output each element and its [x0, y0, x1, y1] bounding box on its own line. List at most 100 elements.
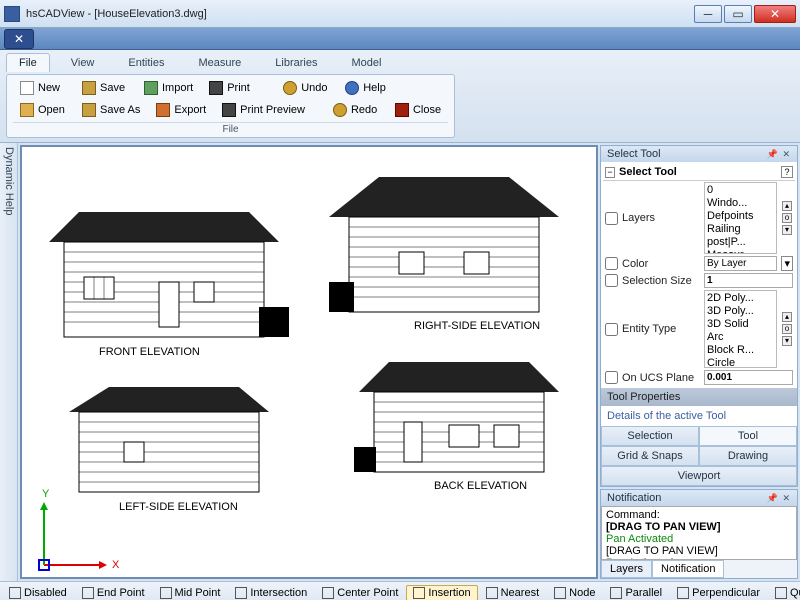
saveas-label: Save As [100, 104, 140, 116]
osnap-nearest[interactable]: Nearest [479, 585, 547, 600]
export-label: Export [174, 104, 206, 116]
new-icon [20, 81, 34, 95]
print-button[interactable]: Print [202, 78, 262, 98]
saveas-button[interactable]: Save As [75, 100, 147, 120]
scroll-mid-icon[interactable]: o [782, 213, 792, 223]
onucs-checkbox[interactable] [605, 371, 618, 384]
tab-notification[interactable]: Notification [652, 560, 724, 578]
app-menu-button[interactable]: ✕ [4, 29, 34, 49]
undo-label: Undo [301, 82, 327, 94]
ribbon-tab-entities[interactable]: Entities [115, 53, 177, 72]
tool-properties-header[interactable]: Tool Properties [601, 388, 797, 406]
tool-properties-desc: Details of the active Tool [601, 406, 797, 426]
window-titlebar: hsCADView - [HouseElevation3.dwg] ─ ▭ ✕ [0, 0, 800, 28]
maximize-button[interactable]: ▭ [724, 5, 752, 23]
ribbon-tab-measure[interactable]: Measure [185, 53, 254, 72]
osnap-perpendicular[interactable]: Perpendicular [670, 585, 767, 600]
select-tool-panel: Select Tool 📌 ✕ − Select Tool ? Layers 0W… [600, 145, 798, 487]
help-icon [345, 81, 359, 95]
app-icon [4, 6, 20, 22]
drawing-canvas[interactable]: FRONT ELEVATION RIGHT-SIDE ELEVATION LEF… [20, 145, 598, 579]
osnap-endpoint[interactable]: End Point [75, 585, 152, 600]
layers-checkbox[interactable] [605, 212, 618, 225]
close-button[interactable]: ✕ [754, 5, 796, 23]
close-file-button[interactable]: Close [388, 100, 448, 120]
dynamic-help-tab[interactable]: Dynamic Help [0, 143, 18, 581]
ribbon-tab-model[interactable]: Model [338, 53, 394, 72]
ribbon: File View Entities Measure Libraries Mod… [0, 50, 800, 143]
entity-scroll-down-icon[interactable]: ▾ [782, 336, 792, 346]
new-button[interactable]: New [13, 78, 73, 98]
notification-header[interactable]: Notification📌 ✕ [601, 490, 797, 506]
ribbon-tab-view[interactable]: View [58, 53, 108, 72]
open-label: Open [38, 104, 65, 116]
osnap-quadrant[interactable]: Quadrant [768, 585, 800, 600]
help-icon[interactable]: ? [781, 166, 793, 178]
disabled-icon [9, 587, 21, 599]
tab-layers[interactable]: Layers [601, 560, 652, 578]
selsize-checkbox[interactable] [605, 274, 618, 287]
save-button[interactable]: Save [75, 78, 135, 98]
redo-label: Redo [351, 104, 377, 116]
osnap-centerpoint[interactable]: Center Point [315, 585, 405, 600]
svg-text:LEFT-SIDE ELEVATION: LEFT-SIDE ELEVATION [119, 501, 238, 513]
centerpoint-icon [322, 587, 334, 599]
import-icon [144, 81, 158, 95]
entity-list[interactable]: 2D Poly...3D Poly...3D SolidArcBlock R..… [704, 290, 777, 368]
select-tool-header[interactable]: Select Tool 📌 ✕ [601, 146, 797, 162]
select-tool-title: Select Tool [607, 148, 661, 160]
entity-checkbox[interactable] [605, 323, 618, 336]
tab-drawing[interactable]: Drawing [699, 446, 797, 466]
osnap-parallel[interactable]: Parallel [603, 585, 669, 600]
ribbon-tab-libraries[interactable]: Libraries [262, 53, 330, 72]
pin-close-icon[interactable]: 📌 ✕ [767, 149, 791, 160]
color-dropdown-icon[interactable]: ▾ [781, 256, 793, 271]
scroll-up-icon[interactable]: ▴ [782, 201, 792, 211]
entity-scroll-up-icon[interactable]: ▴ [782, 312, 792, 322]
close-file-icon [395, 103, 409, 117]
endpoint-icon [82, 587, 94, 599]
quadrant-icon [775, 587, 787, 599]
color-value[interactable]: By Layer [704, 256, 777, 271]
osnap-node[interactable]: Node [547, 585, 602, 600]
notification-log[interactable]: Command: [DRAG TO PAN VIEW] Pan Activate… [601, 506, 797, 560]
osnap-midpoint[interactable]: Mid Point [153, 585, 228, 600]
undo-button[interactable]: Undo [276, 78, 336, 98]
tab-tool[interactable]: Tool [699, 426, 797, 446]
onucs-value[interactable]: 0.001 [704, 370, 793, 385]
export-button[interactable]: Export [149, 100, 213, 120]
tab-gridsnaps[interactable]: Grid & Snaps [601, 446, 699, 466]
svg-text:RIGHT-SIDE ELEVATION: RIGHT-SIDE ELEVATION [414, 320, 540, 332]
nearest-icon [486, 587, 498, 599]
ribbon-tab-file[interactable]: File [6, 53, 50, 72]
select-tool-heading: Select Tool [619, 166, 677, 178]
minimize-button[interactable]: ─ [694, 5, 722, 23]
collapse-icon[interactable]: − [605, 167, 615, 178]
layers-label: Layers [622, 212, 700, 224]
onucs-label: On UCS Plane [622, 372, 700, 384]
selsize-value[interactable]: 1 [704, 273, 793, 288]
redo-button[interactable]: Redo [326, 100, 386, 120]
export-icon [156, 103, 170, 117]
osnap-intersection[interactable]: Intersection [228, 585, 314, 600]
parallel-icon [610, 587, 622, 599]
osnap-disabled[interactable]: Disabled [2, 585, 74, 600]
scroll-down-icon[interactable]: ▾ [782, 225, 792, 235]
open-button[interactable]: Open [13, 100, 73, 120]
save-label: Save [100, 82, 125, 94]
import-button[interactable]: Import [137, 78, 200, 98]
printpreview-button[interactable]: Print Preview [215, 100, 312, 120]
save-icon [82, 81, 96, 95]
color-checkbox[interactable] [605, 257, 618, 270]
tab-selection[interactable]: Selection [601, 426, 699, 446]
osnap-insertion[interactable]: Insertion [406, 585, 477, 600]
entity-scroll-mid-icon[interactable]: o [782, 324, 792, 334]
help-button[interactable]: Help [338, 78, 398, 98]
svg-text:Y: Y [42, 488, 50, 500]
color-label: Color [622, 258, 700, 270]
notification-pin-close-icon[interactable]: 📌 ✕ [767, 493, 791, 504]
main-area: Dynamic Help FRONT ELEVATION [0, 143, 800, 581]
layers-list[interactable]: 0Windo...DefpointsRailingpost|P...Measur… [704, 182, 777, 254]
tab-viewport[interactable]: Viewport [601, 466, 797, 486]
open-icon [20, 103, 34, 117]
